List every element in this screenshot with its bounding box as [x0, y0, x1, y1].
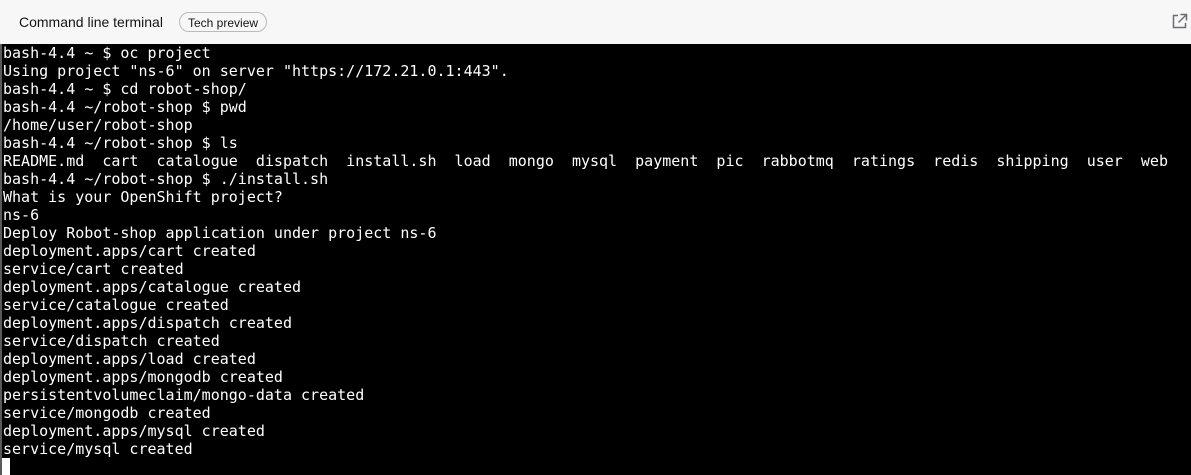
terminal-line: bash-4.4 ~/robot-shop $ ./install.sh: [3, 170, 329, 188]
terminal-line: bash-4.4 ~ $ oc project: [3, 44, 211, 62]
terminal-line: service/cart created: [3, 260, 184, 278]
terminal-line: deployment.apps/load created: [3, 350, 256, 368]
terminal-line: What is your OpenShift project?: [3, 188, 283, 206]
terminal-line: deployment.apps/cart created: [3, 242, 256, 260]
terminal-line: deployment.apps/catalogue created: [3, 278, 302, 296]
terminal-header: Command line terminal Tech preview: [0, 0, 1191, 44]
external-link-icon[interactable]: [1171, 13, 1188, 30]
terminal-line: README.md cart catalogue dispatch instal…: [3, 152, 1168, 170]
terminal-line: service/dispatch created: [3, 332, 220, 350]
terminal-cursor: [2, 458, 10, 475]
terminal-line: bash-4.4 ~/robot-shop $ ls: [3, 134, 238, 152]
terminal-line: service/catalogue created: [3, 296, 229, 314]
terminal-line: bash-4.4 ~ $ cd robot-shop/: [3, 80, 247, 98]
terminal-line: service/mysql created: [3, 440, 193, 458]
terminal-line: deployment.apps/dispatch created: [3, 314, 292, 332]
terminal-line: bash-4.4 ~/robot-shop $ pwd: [3, 98, 247, 116]
terminal-line: Deploy Robot-shop application under proj…: [3, 224, 437, 242]
terminal-window[interactable]: bash-4.4 ~ $ oc project Using project "n…: [0, 44, 1191, 475]
terminal-line: service/mongodb created: [3, 404, 211, 422]
terminal-line: persistentvolumeclaim/mongo-data created: [3, 386, 365, 404]
terminal-output: bash-4.4 ~ $ oc project Using project "n…: [3, 44, 1168, 458]
terminal-line: /home/user/robot-shop: [3, 116, 193, 134]
tech-preview-badge: Tech preview: [179, 12, 268, 32]
terminal-border: [0, 44, 2, 475]
terminal-line: ns-6: [3, 206, 40, 224]
terminal-line: Using project "ns-6" on server "https://…: [3, 62, 509, 80]
terminal-line: deployment.apps/mysql created: [3, 422, 265, 440]
terminal-line: deployment.apps/mongodb created: [3, 368, 283, 386]
terminal-title: Command line terminal: [19, 14, 163, 30]
